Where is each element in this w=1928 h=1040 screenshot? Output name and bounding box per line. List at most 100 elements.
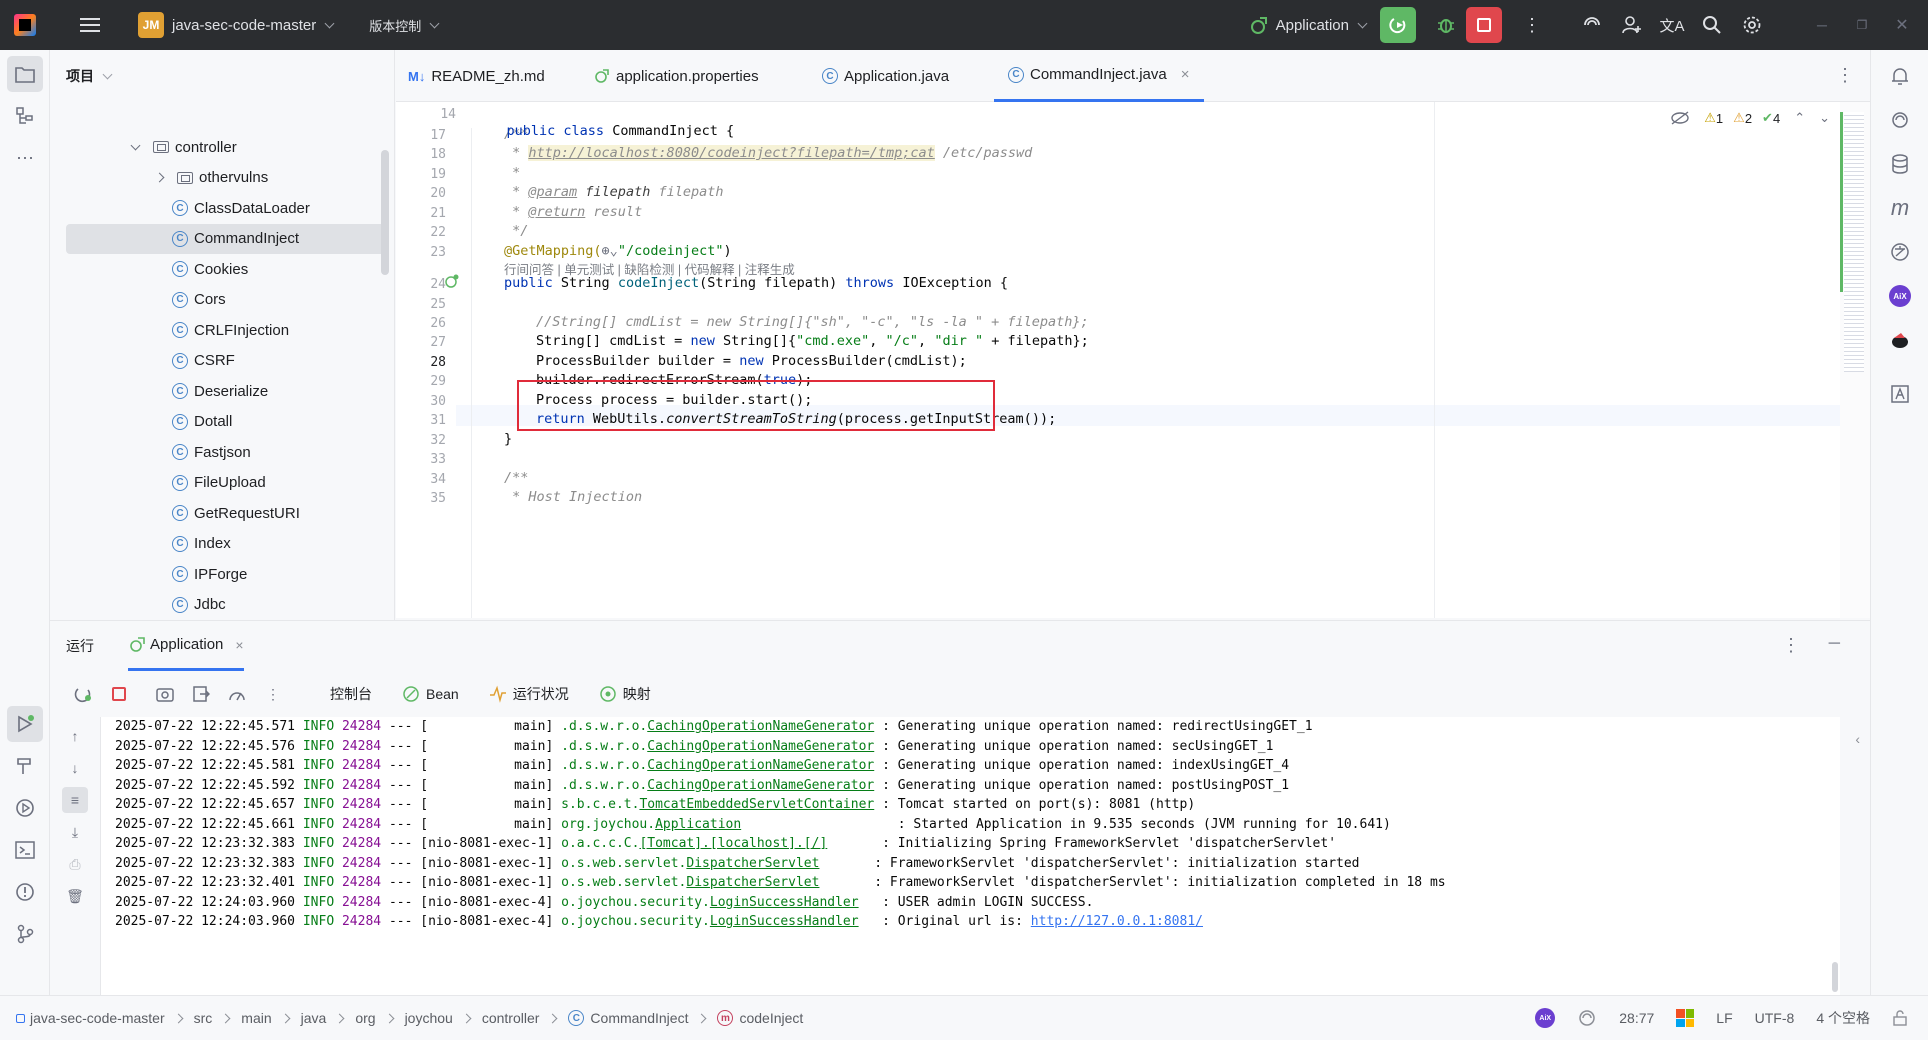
file-encoding[interactable]: UTF-8 [1755, 1010, 1795, 1026]
console-scrollbar[interactable] [1830, 717, 1840, 996]
vcs-menu[interactable]: 版本控制 [369, 16, 421, 35]
chevron-down-icon[interactable] [130, 140, 141, 150]
services-tool-icon[interactable] [7, 790, 43, 826]
windows-logo-icon[interactable] [1676, 1009, 1695, 1027]
scroll-to-end-icon[interactable]: ⤓ [62, 819, 88, 845]
project-tool-icon[interactable] [7, 56, 43, 92]
run-tool-icon[interactable] [7, 706, 43, 742]
tree-item[interactable]: C Deserialize [66, 376, 386, 406]
aix-plugin-icon[interactable]: AiX [1882, 278, 1918, 314]
chevron-right-icon[interactable] [154, 172, 165, 183]
tab-bean[interactable]: Bean [426, 686, 459, 702]
breadcrumb-item[interactable]: controller [482, 1010, 540, 1026]
code-editor[interactable]: 14 public class CommandInject { ⚠ 1 ⚠ 2 ✔ 4… [396, 102, 1870, 618]
tree-item[interactable]: C Cors [66, 285, 386, 315]
tab-application-properties[interactable]: application.properties [594, 50, 759, 102]
tab-console[interactable]: 控制台 [330, 684, 372, 704]
tab-readme[interactable]: M↓ README_zh.md [408, 50, 545, 102]
translation-panel-icon[interactable] [1882, 376, 1918, 412]
toolbar-more-icon[interactable]: ⋮ [260, 681, 286, 707]
exit-icon[interactable] [188, 681, 214, 707]
breadcrumb-item[interactable]: CommandInject [590, 1010, 688, 1026]
chevron-down-icon[interactable] [429, 18, 440, 28]
ai-status-icon[interactable] [1577, 1008, 1597, 1028]
close-tab-icon[interactable]: × [1181, 66, 1190, 83]
tree-item[interactable]: C CommandInject [66, 223, 386, 254]
aix-status-icon[interactable]: AiX [1535, 1008, 1556, 1028]
more-tools-icon[interactable]: ⋯ [7, 140, 43, 176]
tree-item[interactable]: C Fastjson [66, 437, 386, 467]
lock-icon[interactable] [1892, 1010, 1908, 1026]
run-config-selector[interactable]: Application [1248, 15, 1368, 35]
project-name[interactable]: java-sec-code-master [172, 17, 316, 34]
tree-item[interactable]: othervulns [66, 163, 386, 193]
log-class-link[interactable]: CachingOperationNameGenerator [647, 739, 874, 754]
project-badge[interactable]: JM [138, 12, 164, 38]
chevron-left-icon[interactable]: ‹ [1855, 731, 1860, 747]
main-menu-icon[interactable] [80, 18, 100, 32]
log-class-link[interactable]: [Tomcat].[localhost].[/] [639, 836, 827, 851]
build-tool-icon[interactable] [7, 748, 43, 784]
tree-item[interactable]: C GetRequestURI [66, 498, 386, 528]
close-run-tab-icon[interactable]: × [235, 637, 243, 653]
log-class-link[interactable]: LoginSuccessHandler [710, 895, 859, 910]
doc-url-link[interactable]: http://localhost:8080/codeinject?filepat… [528, 145, 935, 161]
tab-application-java[interactable]: C Application.java [822, 50, 949, 102]
reader-mode-icon[interactable] [1670, 111, 1690, 125]
terminal-tool-icon[interactable] [7, 832, 43, 868]
soft-wrap-icon[interactable]: ≡ [62, 787, 88, 813]
minimize-icon[interactable]: ─ [1802, 5, 1842, 45]
tree-item[interactable]: C Cookies [66, 254, 386, 284]
line-separator[interactable]: LF [1716, 1010, 1732, 1026]
add-user-icon[interactable] [1612, 5, 1652, 45]
problems-tool-icon[interactable] [7, 874, 43, 910]
notifications-bell-icon[interactable] [1882, 58, 1918, 94]
tree-item[interactable]: C Dotall [66, 407, 386, 437]
log-class-link[interactable]: CachingOperationNameGenerator [647, 758, 874, 773]
breadcrumb-item[interactable]: main [241, 1010, 271, 1026]
git-tool-icon[interactable] [7, 916, 43, 952]
tree-item[interactable]: C CSRF [66, 346, 386, 376]
log-class-link[interactable]: TomcatEmbeddedServletContainer [639, 797, 874, 812]
log-class-link[interactable]: LoginSuccessHandler [710, 914, 859, 929]
translate-icon[interactable]: 文A [1652, 5, 1692, 45]
log-class-link[interactable]: CachingOperationNameGenerator [647, 719, 874, 734]
settings-gear-icon[interactable] [1732, 5, 1772, 45]
stop-button[interactable] [1466, 7, 1502, 43]
log-class-link[interactable]: DispatcherServlet [686, 856, 819, 871]
debug-button[interactable] [1426, 5, 1466, 45]
print-icon[interactable]: ⎙ [62, 851, 88, 877]
tree-item[interactable]: C CRLFInjection [66, 315, 386, 345]
log-class-link[interactable]: DispatcherServlet [686, 875, 819, 890]
scroll-up-icon[interactable]: ↑ [62, 723, 88, 749]
log-class-link[interactable]: CachingOperationNameGenerator [647, 778, 874, 793]
search-icon[interactable] [1692, 5, 1732, 45]
close-window-icon[interactable]: ✕ [1882, 5, 1922, 45]
tree-item[interactable]: controller [66, 132, 386, 162]
hide-panel-icon[interactable]: ─ [1829, 635, 1840, 653]
caret-position[interactable]: 28:77 [1619, 1010, 1654, 1026]
trash-icon[interactable]: 🗑 [62, 883, 88, 909]
bird-plugin-icon[interactable] [1882, 322, 1918, 358]
console-output[interactable]: 2025-07-22 12:22:45.571 INFO 24284 --- [… [100, 717, 1840, 996]
breadcrumb-item[interactable]: codeInject [739, 1010, 803, 1026]
database-icon[interactable] [1882, 146, 1918, 182]
rerun-button[interactable] [1380, 7, 1416, 43]
scroll-down-icon[interactable]: ↓ [62, 755, 88, 781]
indent-setting[interactable]: 4 个空格 [1816, 1008, 1870, 1028]
translate-plugin-icon[interactable] [1882, 234, 1918, 270]
dashboard-icon[interactable] [224, 681, 250, 707]
tab-mapping[interactable]: 映射 [623, 684, 651, 704]
breadcrumb-item[interactable]: org [355, 1010, 375, 1026]
stop-icon[interactable] [106, 681, 132, 707]
log-class-link[interactable]: Application [655, 817, 741, 832]
more-actions-icon[interactable]: ⋮ [1512, 5, 1552, 45]
tree-item[interactable]: C ClassDataLoader [66, 193, 386, 223]
ai-assistant-icon[interactable] [1572, 5, 1612, 45]
chevron-down-icon[interactable] [102, 69, 113, 79]
breadcrumb-item[interactable]: joychou [405, 1010, 453, 1026]
tree-item[interactable]: C Jdbc [66, 590, 386, 620]
breadcrumb-item[interactable]: src [194, 1010, 213, 1026]
project-scrollbar[interactable] [381, 150, 389, 275]
log-url-link[interactable]: http://127.0.0.1:8081/ [1031, 914, 1203, 929]
